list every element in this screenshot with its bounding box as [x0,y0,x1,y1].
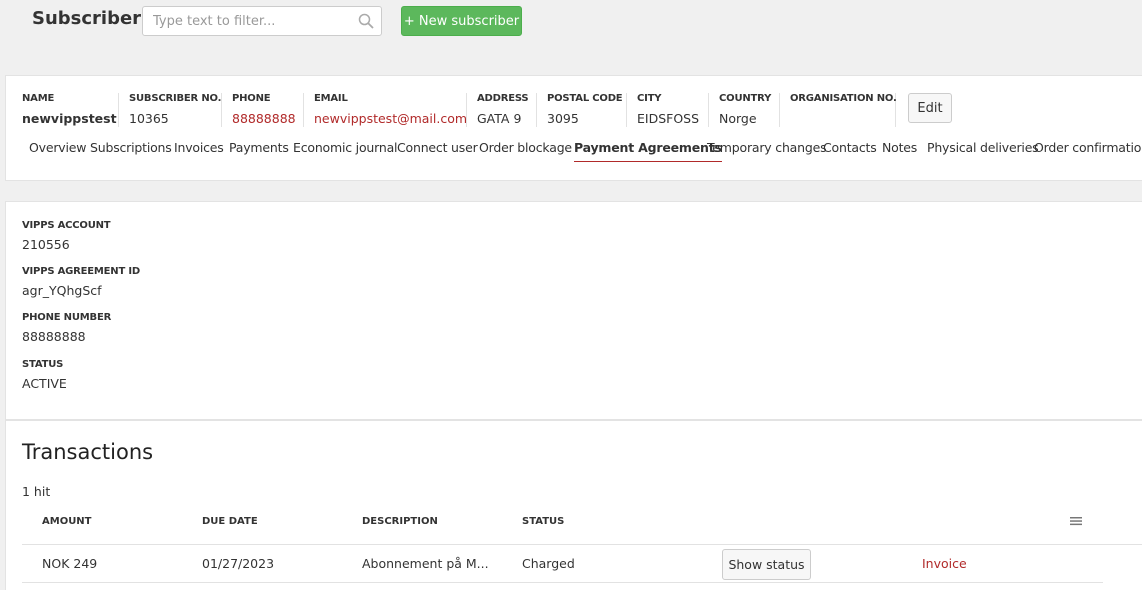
info-label: COUNTRY [719,93,772,104]
info-organisation-no: ORGANISATION NO. [779,93,897,127]
search-icon [358,13,374,29]
tab-payment-agreements[interactable]: Payment Agreements [574,140,722,162]
tab-order-blockage[interactable]: Order blockage [479,140,572,155]
tab-order-confirmation[interactable]: Order confirmation [1034,140,1142,155]
info-country: COUNTRY Norge [708,93,771,127]
tab-notes[interactable]: Notes [882,140,917,155]
tab-payments[interactable]: Payments [229,140,289,155]
transactions-title: Transactions [22,440,154,464]
city-value: EIDSFOSS [637,111,700,126]
vipps-agreement-id-field: VIPPS AGREEMENT ID agr_YQhgScf [22,266,140,298]
info-name: NAME newvippstest [22,93,117,127]
show-status-button[interactable]: Show status [722,549,811,580]
top-bar: Subscriber + New subscriber [0,0,1142,60]
info-label: EMAIL [314,93,348,104]
tab-economic-journal[interactable]: Economic journal [293,140,398,155]
invoice-link[interactable]: Invoice [922,556,967,571]
tab-connect-user[interactable]: Connect user [397,140,478,155]
info-label: ADDRESS [477,93,529,104]
phone-link[interactable]: 88888888 [232,111,296,126]
field-label: STATUS [22,359,64,370]
new-subscriber-button[interactable]: + New subscriber [401,6,522,36]
vipps-account-field: VIPPS ACCOUNT 210556 [22,220,111,252]
row-divider [22,582,1103,583]
column-header-amount[interactable]: AMOUNT [42,516,92,527]
info-phone: PHONE 88888888 [221,93,296,127]
field-label: PHONE NUMBER [22,312,112,323]
column-header-status[interactable]: STATUS [522,516,564,527]
tab-subscriptions[interactable]: Subscriptions [90,140,172,155]
field-label: VIPPS ACCOUNT [22,220,111,231]
phone-number-field: PHONE NUMBER 88888888 [22,312,111,344]
cell-due-date: 01/27/2023 [202,556,275,571]
vipps-agreement-id-value: agr_YQhgScf [22,283,102,298]
column-header-description[interactable]: DESCRIPTION [362,516,438,527]
email-link[interactable]: newvippstest@mail.com [314,111,467,126]
filter-input[interactable] [143,7,343,35]
subscriber-number: 10365 [129,111,169,126]
cell-status: Charged [522,556,575,571]
cell-amount: NOK 249 [42,556,98,571]
info-label: ORGANISATION NO. [790,93,897,104]
phone-number-value: 88888888 [22,329,86,344]
subscriber-summary-card: NAME newvippstest SUBSCRIBER NO. 10365 P… [5,75,1142,181]
tab-overview[interactable]: Overview [29,140,86,155]
info-subscriber-no: SUBSCRIBER NO. 10365 [118,93,221,127]
column-menu-icon[interactable] [1070,516,1082,526]
info-city: CITY EIDSFOSS [626,93,699,127]
address-value: GATA 9 [477,111,522,126]
cell-description: Abonnement på M... [362,556,489,571]
payment-agreement-card: VIPPS ACCOUNT 210556 VIPPS AGREEMENT ID … [5,201,1142,420]
transactions-card: Transactions 1 hit AMOUNT DUE DATE DESCR… [5,420,1142,590]
edit-button[interactable]: Edit [908,93,952,123]
column-header-due-date[interactable]: DUE DATE [202,516,258,527]
info-label: SUBSCRIBER NO. [129,93,222,104]
country-value: Norge [719,111,757,126]
status-value: ACTIVE [22,376,67,391]
page-title: Subscriber [32,8,142,29]
info-label: NAME [22,93,55,104]
info-address: ADDRESS GATA 9 [466,93,529,127]
info-label: CITY [637,93,662,104]
info-label: PHONE [232,93,271,104]
field-label: VIPPS AGREEMENT ID [22,266,140,277]
info-label: POSTAL CODE [547,93,623,104]
filter-box[interactable] [142,6,382,36]
postal-code-value: 3095 [547,111,579,126]
tab-temporary-changes[interactable]: Temporary changes [707,140,827,155]
tab-contacts[interactable]: Contacts [823,140,877,155]
info-email: EMAIL newvippstest@mail.com [303,93,467,127]
subscriber-name: newvippstest [22,111,117,126]
info-postal-code: POSTAL CODE 3095 [536,93,623,127]
tab-invoices[interactable]: Invoices [174,140,224,155]
status-field: STATUS ACTIVE [22,359,67,391]
vipps-account-value: 210556 [22,237,70,252]
hit-count: 1 hit [22,484,51,499]
row-divider [22,544,1142,545]
tab-physical-deliveries[interactable]: Physical deliveries [927,140,1039,155]
